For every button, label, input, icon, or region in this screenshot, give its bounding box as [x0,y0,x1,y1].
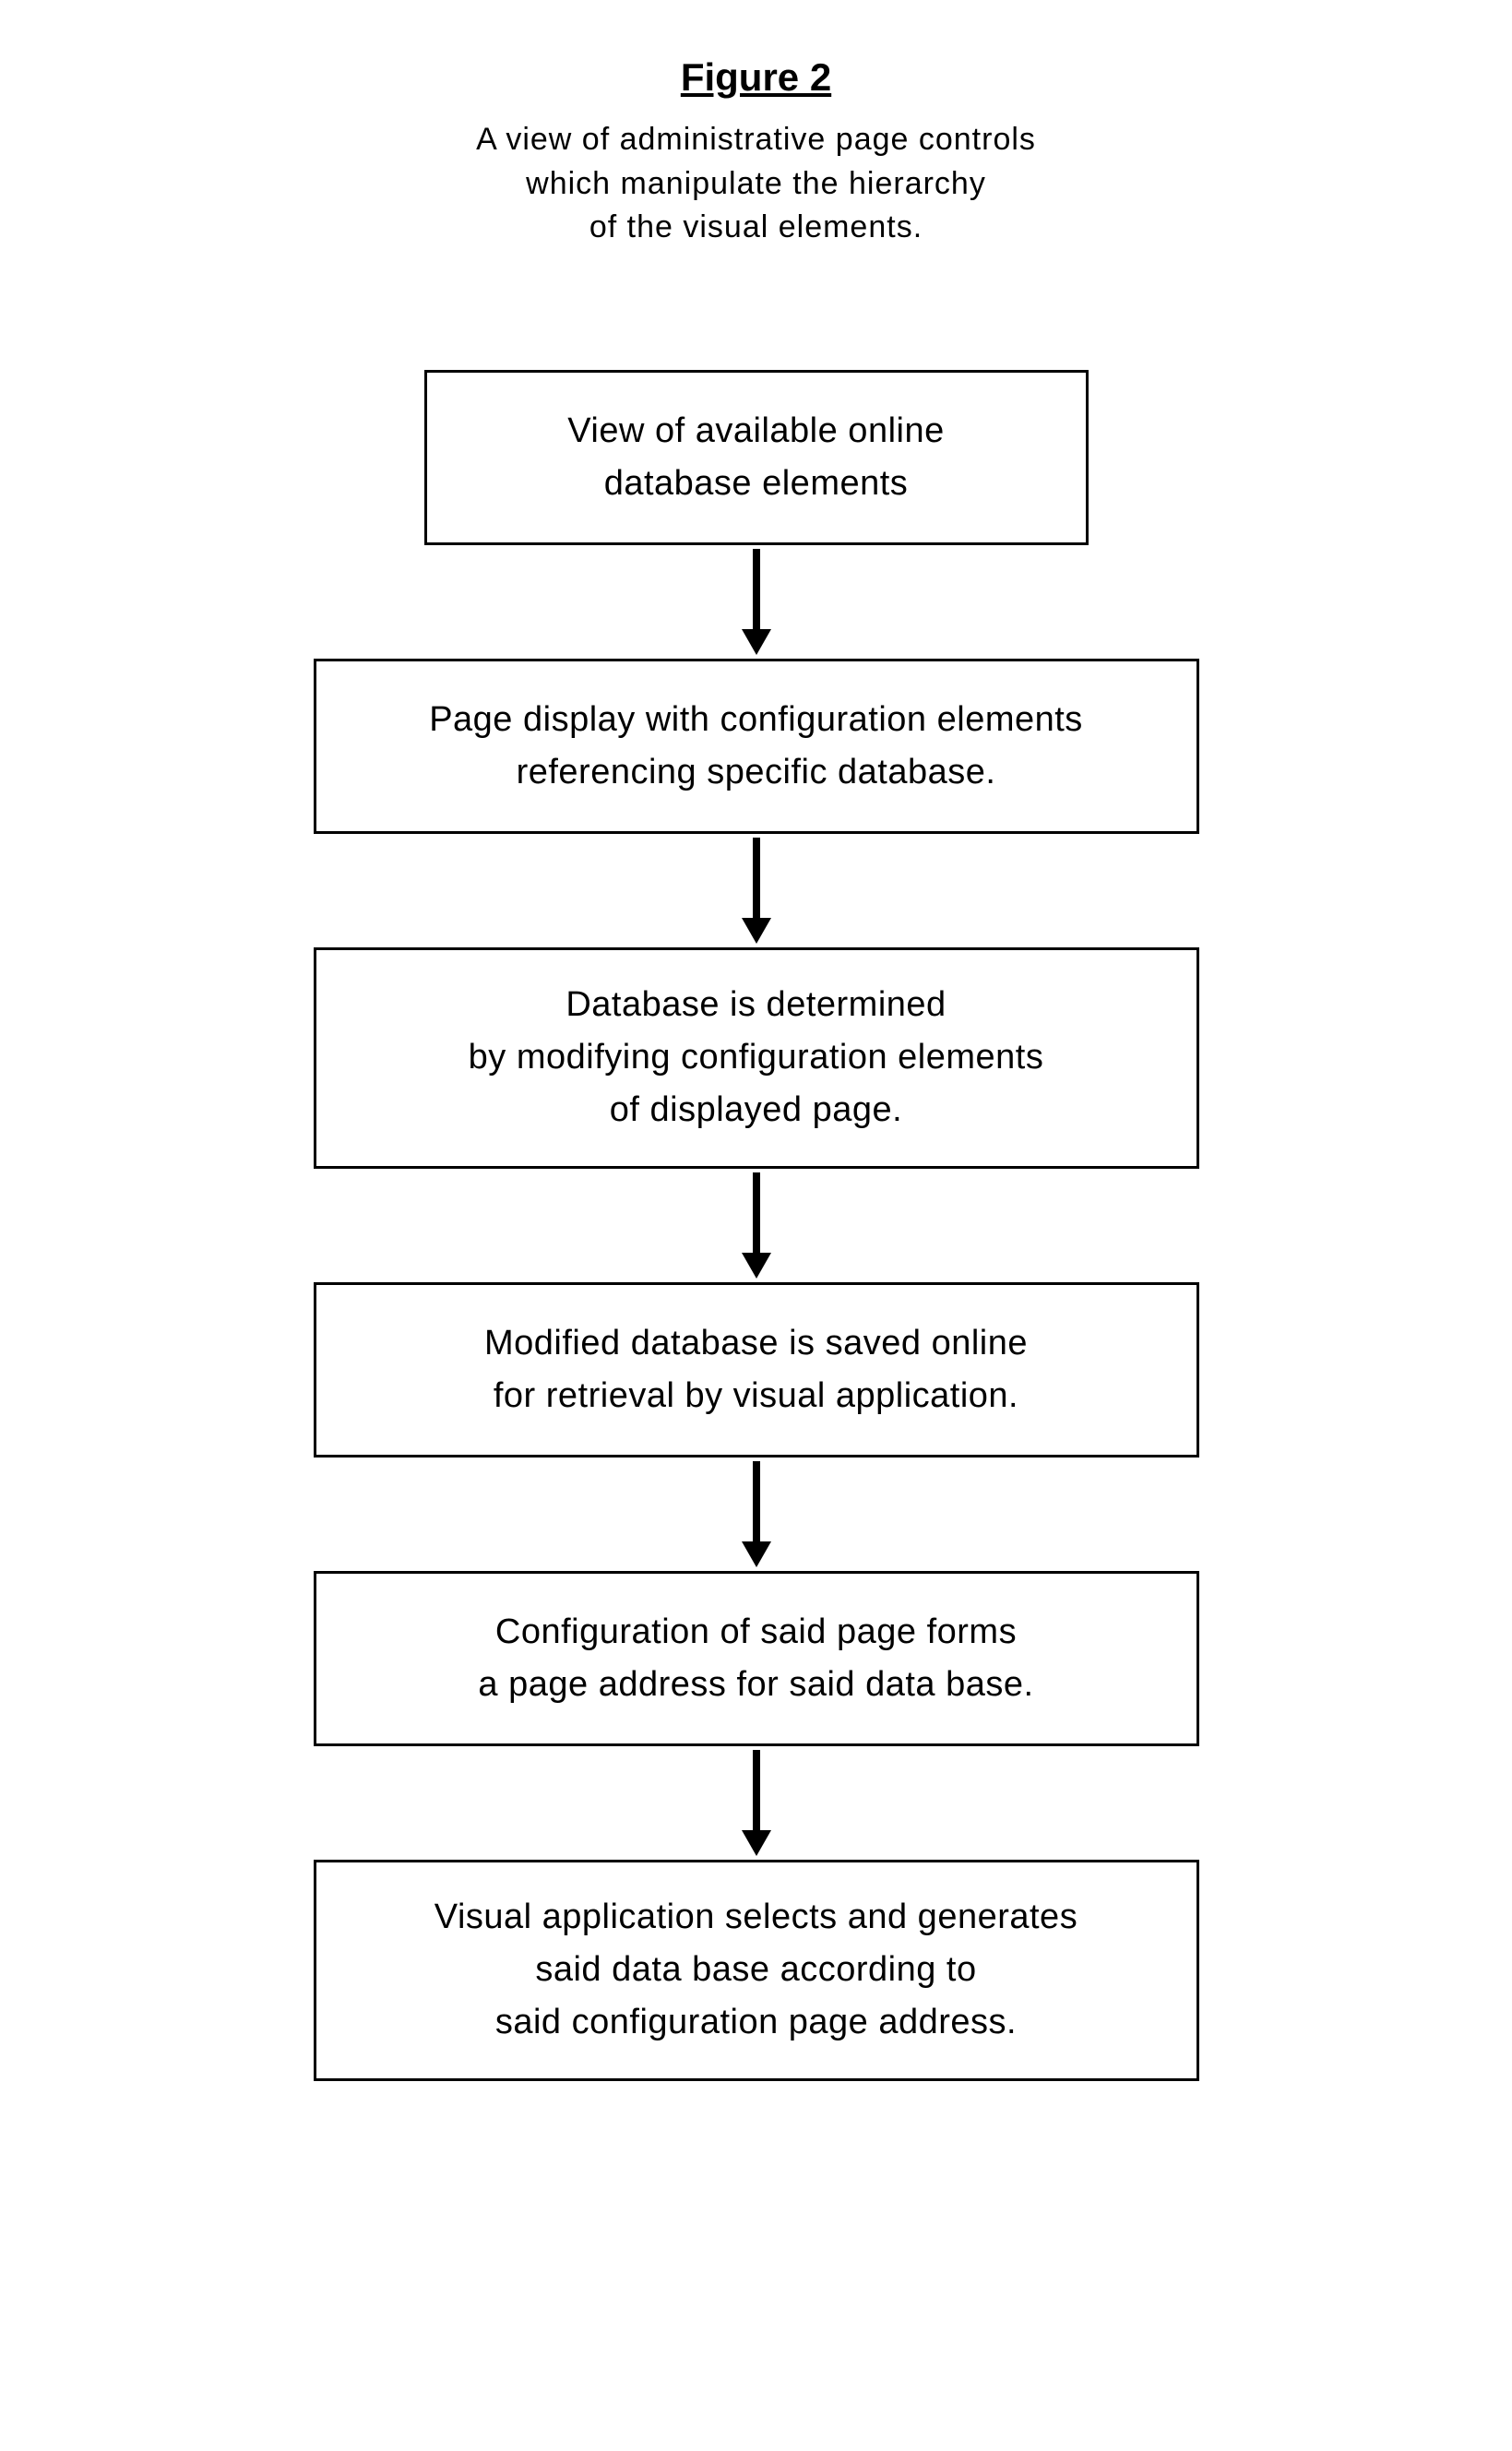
flow-step-text: View of available online database elemen… [567,405,944,510]
flow-step-4: Configuration of said page forms a page … [314,1571,1199,1746]
flow-step-text: Configuration of said page forms a page … [478,1606,1033,1711]
diagram-container: Figure 2 A view of administrative page c… [0,55,1512,2081]
flow-step-text: Visual application selects and generates… [435,1891,1077,2049]
figure-title: Figure 2 [681,55,831,100]
arrow-down-icon [753,1461,760,1567]
figure-caption: A view of administrative page controls w… [476,118,1036,250]
flow-step-0: View of available online database elemen… [424,370,1089,545]
flowchart: View of available online database elemen… [314,370,1199,2081]
arrow-down-icon [753,1172,760,1279]
flow-step-5: Visual application selects and generates… [314,1860,1199,2081]
arrow-down-icon [753,1750,760,1856]
flow-step-text: Modified database is saved online for re… [484,1317,1028,1422]
flow-step-text: Page display with configuration elements… [429,694,1083,799]
arrow-down-icon [753,838,760,944]
arrow-down-icon [753,549,760,655]
flow-step-3: Modified database is saved online for re… [314,1282,1199,1458]
flow-step-1: Page display with configuration elements… [314,659,1199,834]
flow-step-text: Database is determined by modifying conf… [469,979,1044,1136]
flow-step-2: Database is determined by modifying conf… [314,947,1199,1169]
